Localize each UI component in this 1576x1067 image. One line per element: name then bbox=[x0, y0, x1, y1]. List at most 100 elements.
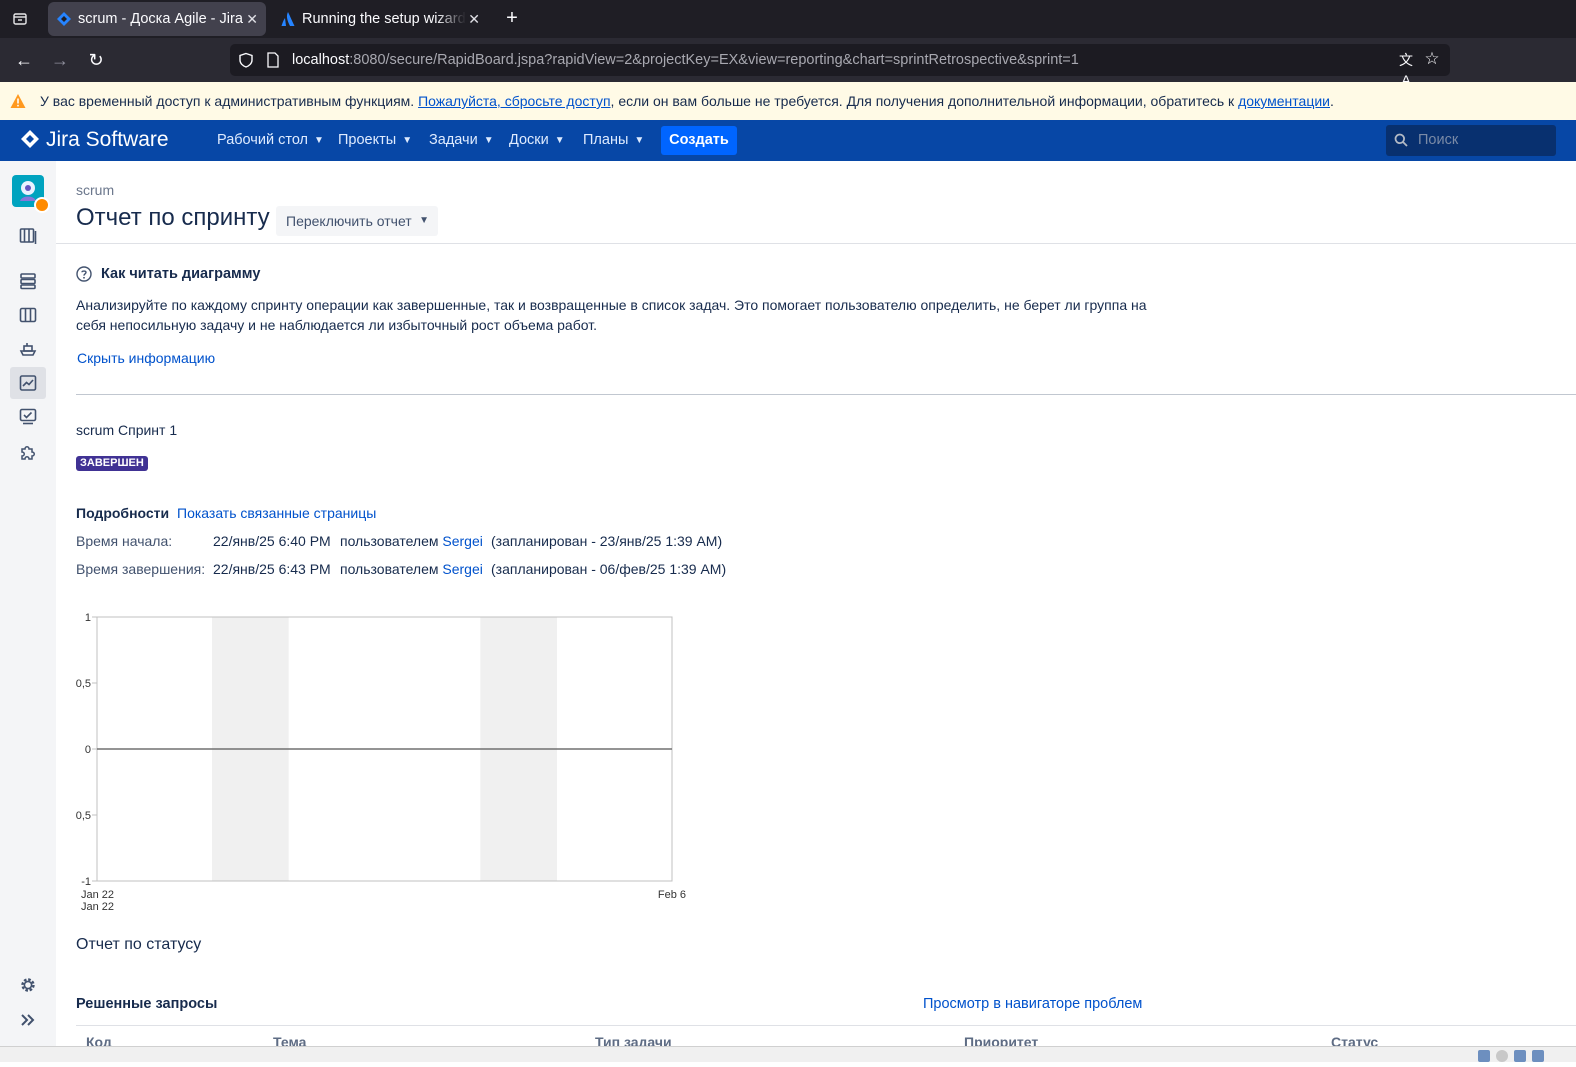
chevron-down-icon: ▼ bbox=[554, 135, 565, 146]
menu-dashboards[interactable]: Рабочий стол ▼ bbox=[217, 120, 324, 161]
close-tab-icon[interactable]: ✕ bbox=[246, 2, 258, 36]
question-circle-icon bbox=[76, 266, 92, 282]
warning-text: , если он вам больше не требуется. Для п… bbox=[610, 93, 1235, 109]
search-icon bbox=[1394, 133, 1408, 147]
y-tick-label: 0,5 bbox=[76, 810, 91, 822]
tray-icon[interactable] bbox=[1514, 1050, 1526, 1062]
url-bar[interactable]: localhost:8080/secure/RapidBoard.jspa?ra… bbox=[230, 44, 1450, 88]
jira-logo[interactable]: Jira Software bbox=[20, 128, 169, 152]
jira-diamond-icon bbox=[57, 12, 71, 26]
y-tick-label: 1 bbox=[85, 612, 91, 624]
project-sidebar bbox=[0, 161, 56, 1046]
create-button[interactable]: Создать bbox=[661, 126, 737, 155]
forward-icon[interactable]: → bbox=[48, 48, 72, 72]
x-tick-label: Feb 6 bbox=[658, 889, 686, 901]
reload-icon[interactable]: ↻ bbox=[84, 48, 108, 72]
admin-access-warning: У вас временный доступ к административны… bbox=[0, 82, 1576, 120]
sidebar-item-backlog-releases[interactable] bbox=[10, 220, 46, 252]
menu-issues[interactable]: Задачи ▼ bbox=[429, 120, 494, 161]
browser-tab-jira[interactable]: scrum - Доска Agile - Jira ✕ bbox=[48, 2, 266, 36]
divider bbox=[56, 243, 1576, 244]
help-title: Как читать диаграмму bbox=[101, 266, 261, 282]
page-title: Отчет по спринту bbox=[76, 204, 270, 231]
divider bbox=[76, 1025, 1576, 1026]
sidebar-expand[interactable] bbox=[10, 1004, 46, 1036]
sidebar-item-reports[interactable] bbox=[10, 367, 46, 399]
search-placeholder: Поиск bbox=[1418, 132, 1459, 148]
status-badge: ЗАВЕРШЕН bbox=[76, 456, 148, 471]
sprint-name: scrum Спринт 1 bbox=[76, 422, 178, 438]
planned-end: (запланирован - 06/фев/25 1:39 AM) bbox=[491, 561, 727, 577]
tray-icon[interactable] bbox=[1478, 1050, 1490, 1062]
y-tick-label: -1 bbox=[81, 876, 91, 888]
page-icon[interactable] bbox=[266, 52, 280, 68]
tray-icon[interactable] bbox=[1532, 1050, 1544, 1062]
url-text[interactable]: localhost:8080/secure/RapidBoard.jspa?ra… bbox=[292, 44, 1079, 76]
backlog-icon bbox=[20, 273, 36, 290]
resolved-issues-heading: Решенные запросы bbox=[76, 996, 218, 1012]
chevron-down-icon: ▼ bbox=[483, 135, 494, 146]
back-icon[interactable]: ← bbox=[12, 48, 36, 72]
menu-boards[interactable]: Доски ▼ bbox=[509, 120, 565, 161]
close-tab-icon[interactable]: ✕ bbox=[468, 2, 480, 36]
user-link[interactable]: Sergei bbox=[442, 561, 482, 577]
double-chevron-right-icon bbox=[21, 1014, 35, 1026]
translate-icon[interactable]: 文A bbox=[1396, 50, 1416, 88]
shield-icon[interactable] bbox=[238, 52, 254, 68]
menu-projects[interactable]: Проекты ▼ bbox=[338, 120, 412, 161]
status-report-heading: Отчет по статусу bbox=[76, 936, 202, 953]
help-text: Анализируйте по каждому спринту операции… bbox=[76, 297, 1147, 333]
planned-start: (запланирован - 23/янв/25 1:39 AM) bbox=[491, 533, 723, 549]
tray-icon[interactable] bbox=[1496, 1050, 1508, 1062]
search-input[interactable]: Поиск bbox=[1386, 125, 1556, 156]
start-time-label: Время начала: bbox=[76, 533, 173, 549]
jira-logo-icon bbox=[21, 130, 39, 148]
documentation-link[interactable]: документации bbox=[1238, 93, 1330, 109]
warning-icon bbox=[10, 94, 26, 108]
chevron-down-icon: ▼ bbox=[314, 135, 324, 146]
os-status-bar bbox=[0, 1046, 1576, 1062]
breadcrumb[interactable]: scrum bbox=[76, 182, 114, 198]
chevron-down-icon: ▼ bbox=[419, 215, 429, 226]
issues-icon bbox=[19, 408, 37, 425]
end-time-value: 22/янв/25 6:43 PM bbox=[213, 561, 331, 577]
atlassian-icon bbox=[281, 12, 295, 26]
sidebar-item-board[interactable] bbox=[10, 299, 46, 331]
x-tick-label: Jan 22 bbox=[81, 889, 114, 901]
sidebar-item-backlog[interactable] bbox=[10, 265, 46, 297]
releases-icon bbox=[19, 228, 37, 244]
tab-title: scrum - Доска Agile - Jira bbox=[78, 11, 243, 27]
menu-plans[interactable]: Планы ▼ bbox=[583, 120, 644, 161]
user-link[interactable]: Sergei bbox=[442, 533, 482, 549]
switch-report-button[interactable]: Переключить отчет ▼ bbox=[276, 206, 438, 236]
ship-icon bbox=[19, 343, 37, 356]
drop-access-link[interactable]: Пожалуйста, сбросьте доступ bbox=[418, 93, 610, 109]
bookmark-star-icon[interactable]: ☆ bbox=[1422, 49, 1442, 69]
gear-icon bbox=[21, 978, 35, 992]
start-time-value: 22/янв/25 6:40 PM bbox=[213, 533, 331, 549]
jira-header: Jira Software Рабочий стол ▼ Проекты ▼ Зад… bbox=[0, 120, 1576, 161]
sidebar-item-issues[interactable] bbox=[10, 401, 46, 433]
related-pages-link[interactable]: Показать связанные страницы bbox=[177, 505, 376, 521]
sidebar-item-settings[interactable] bbox=[10, 969, 46, 1001]
project-avatar[interactable] bbox=[12, 175, 50, 213]
tab-list-icon[interactable] bbox=[8, 7, 32, 31]
sidebar-item-releases[interactable] bbox=[10, 333, 46, 365]
puzzle-icon bbox=[21, 446, 35, 460]
details-label: Подробности bbox=[76, 505, 170, 521]
chevron-down-icon: ▼ bbox=[402, 135, 413, 146]
divider bbox=[76, 394, 1576, 395]
project-badge-icon bbox=[34, 197, 50, 213]
reports-chart-icon bbox=[19, 375, 37, 391]
sidebar-item-addons[interactable] bbox=[10, 436, 46, 468]
issue-navigator-link[interactable]: Просмотр в навигаторе проблем bbox=[923, 996, 1142, 1012]
y-tick-label: 0 bbox=[85, 744, 91, 756]
browser-tab-setup[interactable]: Running the setup wizard ✕ bbox=[272, 2, 488, 36]
hide-info-link[interactable]: Скрыть информацию bbox=[77, 350, 215, 366]
browser-tab-bar: scrum - Доска Agile - Jira ✕ Running the… bbox=[0, 0, 1576, 38]
chevron-down-icon: ▼ bbox=[634, 135, 645, 146]
end-time-label: Время завершения: bbox=[76, 561, 206, 577]
new-tab-icon[interactable]: + bbox=[500, 7, 524, 31]
sprint-burndown-chart: 10,500,5-1Jan 22Jan 22Feb 6 bbox=[76, 612, 686, 913]
system-tray bbox=[1478, 1049, 1550, 1062]
